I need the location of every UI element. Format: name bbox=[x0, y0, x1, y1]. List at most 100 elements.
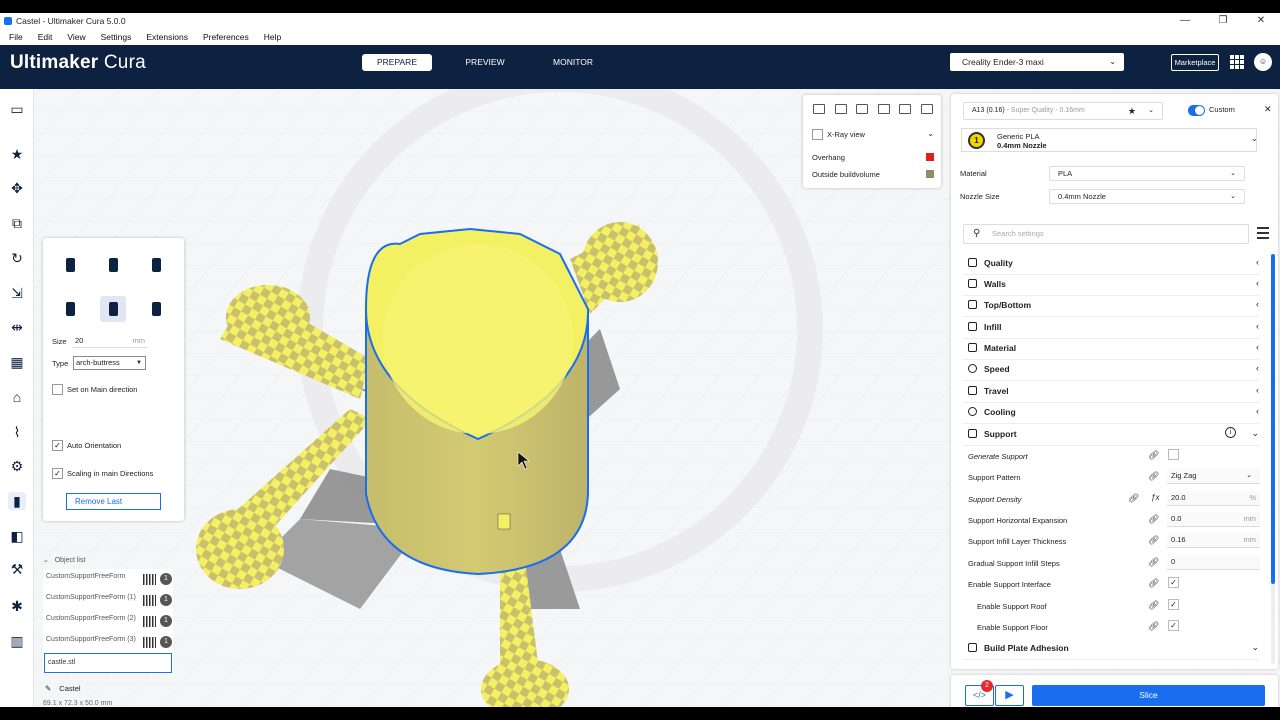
chevron-down-icon[interactable]: ⌄ bbox=[1251, 134, 1258, 143]
shape-freeform-button[interactable] bbox=[143, 296, 169, 322]
link-icon[interactable]: 🔗︎ bbox=[1148, 557, 1159, 568]
profile-selector[interactable]: A13 (0.16) - Super Quality - 0.16mm ★ ⌄ bbox=[963, 102, 1163, 120]
close-panel-icon[interactable]: ✕ bbox=[1264, 104, 1272, 115]
list-item[interactable]: CustomSupportFreeForm 1 bbox=[46, 571, 172, 591]
category-support[interactable]: Support i ⌄ bbox=[963, 425, 1259, 446]
rotate-tool-icon[interactable]: ↻ bbox=[8, 249, 26, 267]
shape-abutment-button[interactable] bbox=[57, 296, 83, 322]
shape-tube-button[interactable] bbox=[100, 252, 126, 278]
category-material[interactable]: Material ‹ bbox=[963, 339, 1259, 360]
auto-orientation-checkbox[interactable]: ✓ Auto Orientation bbox=[52, 440, 121, 451]
link-icon[interactable]: 🔗︎ bbox=[1148, 514, 1159, 525]
top-view-icon[interactable] bbox=[856, 104, 868, 114]
menu-preferences[interactable]: Preferences bbox=[203, 32, 249, 42]
wrench-tool-icon[interactable]: ⚒ bbox=[8, 560, 26, 578]
material-select[interactable]: PLA ⌄ bbox=[1049, 166, 1245, 181]
left-view-icon[interactable] bbox=[877, 104, 890, 114]
category-top-bottom[interactable]: Top/Bottom ‹ bbox=[963, 296, 1259, 317]
info-icon[interactable]: i bbox=[1225, 427, 1236, 438]
horizontal-expansion-input[interactable]: 0.0 mm bbox=[1167, 512, 1260, 527]
support-density-input[interactable]: 20.0 % bbox=[1167, 491, 1260, 506]
checkbox-checked[interactable]: ✓ bbox=[52, 468, 63, 479]
size-input[interactable]: 20 mm bbox=[73, 334, 147, 348]
play-icon-button[interactable]: ▶ bbox=[995, 685, 1024, 706]
tab-preview[interactable]: PREVIEW bbox=[450, 54, 520, 71]
shape-cylinder-button[interactable] bbox=[57, 252, 83, 278]
extruder-selector[interactable]: 1 Generic PLA 0.4mm Nozzle bbox=[961, 128, 1257, 152]
user-account-icon[interactable]: ☺ bbox=[1254, 53, 1272, 71]
shape-cube-button[interactable] bbox=[143, 252, 169, 278]
scaling-checkbox[interactable]: ✓ Scaling in main Directions bbox=[52, 468, 153, 479]
main-direction-checkbox[interactable]: Set on Main direction bbox=[52, 384, 137, 395]
support-foot-3[interactable] bbox=[196, 509, 284, 589]
object-list-toggle[interactable]: ⌄ Object list bbox=[43, 556, 85, 564]
menu-file[interactable]: File bbox=[9, 32, 23, 42]
minimize-button[interactable]: — bbox=[1166, 13, 1204, 29]
link-icon[interactable]: 🔗︎ bbox=[1128, 493, 1139, 504]
generate-support-checkbox[interactable] bbox=[1168, 449, 1179, 460]
gradual-steps-input[interactable]: 0 bbox=[1167, 555, 1260, 570]
right-view-icon[interactable] bbox=[899, 104, 911, 114]
enable-interface-checkbox[interactable]: ✓ bbox=[1168, 577, 1179, 588]
remove-last-button[interactable]: Remove Last bbox=[66, 493, 161, 510]
move-tool-icon[interactable]: ✥ bbox=[8, 179, 26, 197]
close-window-button[interactable]: ✕ bbox=[1242, 13, 1280, 29]
category-travel[interactable]: Travel ‹ bbox=[963, 382, 1259, 403]
link-icon[interactable]: 🔗︎ bbox=[1148, 535, 1159, 546]
tree-support-icon[interactable]: ✱ bbox=[8, 597, 26, 615]
support-blocker-icon[interactable]: ⌂ bbox=[8, 388, 26, 406]
scale-tool-icon[interactable]: ⧉ bbox=[8, 214, 26, 232]
link-icon[interactable]: 🔗︎ bbox=[1148, 471, 1159, 482]
settings-visibility-menu-icon[interactable] bbox=[1257, 227, 1269, 239]
tab-monitor[interactable]: MONITOR bbox=[538, 54, 608, 71]
type-select[interactable]: arch-buttress ▼ bbox=[73, 356, 146, 370]
infill-layer-thickness-input[interactable]: 0.16 mm bbox=[1167, 533, 1260, 548]
category-infill[interactable]: Infill ‹ bbox=[963, 318, 1259, 339]
menu-help[interactable]: Help bbox=[264, 32, 281, 42]
list-item[interactable]: CustomSupportFreeForm (2) 1 bbox=[46, 613, 172, 633]
marketplace-star-icon[interactable]: ★ bbox=[8, 145, 26, 163]
enable-floor-checkbox[interactable]: ✓ bbox=[1168, 620, 1179, 631]
category-walls[interactable]: Walls ‹ bbox=[963, 275, 1259, 296]
eye-view-icon[interactable] bbox=[920, 104, 933, 114]
tab-prepare[interactable]: PREPARE bbox=[362, 54, 432, 71]
3d-view-icon[interactable] bbox=[813, 104, 825, 114]
apps-grid-icon[interactable] bbox=[1230, 55, 1244, 69]
cube-tool-icon[interactable]: ◧ bbox=[8, 527, 26, 545]
nozzle-select[interactable]: 0.4mm Nozzle ⌄ bbox=[1049, 189, 1245, 204]
menu-edit[interactable]: Edit bbox=[38, 32, 53, 42]
category-quality[interactable]: Quality ‹ bbox=[963, 254, 1259, 275]
support-foot-2[interactable] bbox=[582, 222, 658, 302]
list-item[interactable]: CustomSupportFreeForm (3) 1 bbox=[46, 634, 172, 654]
object-list-selected-item[interactable]: castle.stl bbox=[44, 653, 172, 673]
checkbox-checked[interactable]: ✓ bbox=[52, 440, 63, 451]
shape-arch-buttress-button[interactable] bbox=[100, 296, 126, 322]
favorite-star-icon[interactable]: ★ bbox=[1128, 103, 1136, 119]
custom-support-cylinder-icon[interactable]: ▮ bbox=[8, 492, 26, 510]
category-build-plate-adhesion[interactable]: Build Plate Adhesion ⌄ bbox=[963, 639, 1259, 660]
link-icon[interactable]: 🔗︎ bbox=[1148, 600, 1159, 611]
menu-settings[interactable]: Settings bbox=[101, 32, 132, 42]
custom-mode-toggle[interactable] bbox=[1188, 105, 1205, 116]
mirror-tool-icon[interactable]: ⇹ bbox=[8, 318, 26, 336]
view-type-select[interactable]: X-Ray view ⌄ bbox=[812, 129, 934, 140]
open-file-icon[interactable]: ▭ bbox=[8, 100, 26, 118]
menu-view[interactable]: View bbox=[67, 32, 85, 42]
restore-button[interactable]: ❐ bbox=[1204, 13, 1242, 29]
shrink-tool-icon[interactable]: ⇲ bbox=[8, 284, 26, 302]
enable-roof-checkbox[interactable]: ✓ bbox=[1168, 599, 1179, 610]
front-view-icon[interactable] bbox=[834, 104, 847, 114]
support-foot-1[interactable] bbox=[226, 285, 310, 349]
paint-tool-icon[interactable]: ⚙ bbox=[8, 457, 26, 475]
marketplace-button[interactable]: Marketplace bbox=[1171, 54, 1219, 71]
settings-scrollbar-thumb[interactable] bbox=[1271, 254, 1275, 584]
slice-button[interactable]: Slice bbox=[1032, 685, 1265, 706]
function-icon[interactable]: ƒx bbox=[1151, 493, 1159, 502]
pencil-icon[interactable]: ✎ bbox=[45, 684, 51, 693]
support-pattern-select[interactable]: Zig Zag ⌄ bbox=[1167, 469, 1260, 484]
barcode-tool-icon[interactable]: ▥ bbox=[8, 632, 26, 650]
per-model-settings-icon[interactable]: ▦ bbox=[8, 353, 26, 371]
link-icon[interactable]: 🔗︎ bbox=[1148, 578, 1159, 589]
object-name-row[interactable]: ✎ Castel bbox=[45, 684, 81, 693]
menu-extensions[interactable]: Extensions bbox=[146, 32, 188, 42]
